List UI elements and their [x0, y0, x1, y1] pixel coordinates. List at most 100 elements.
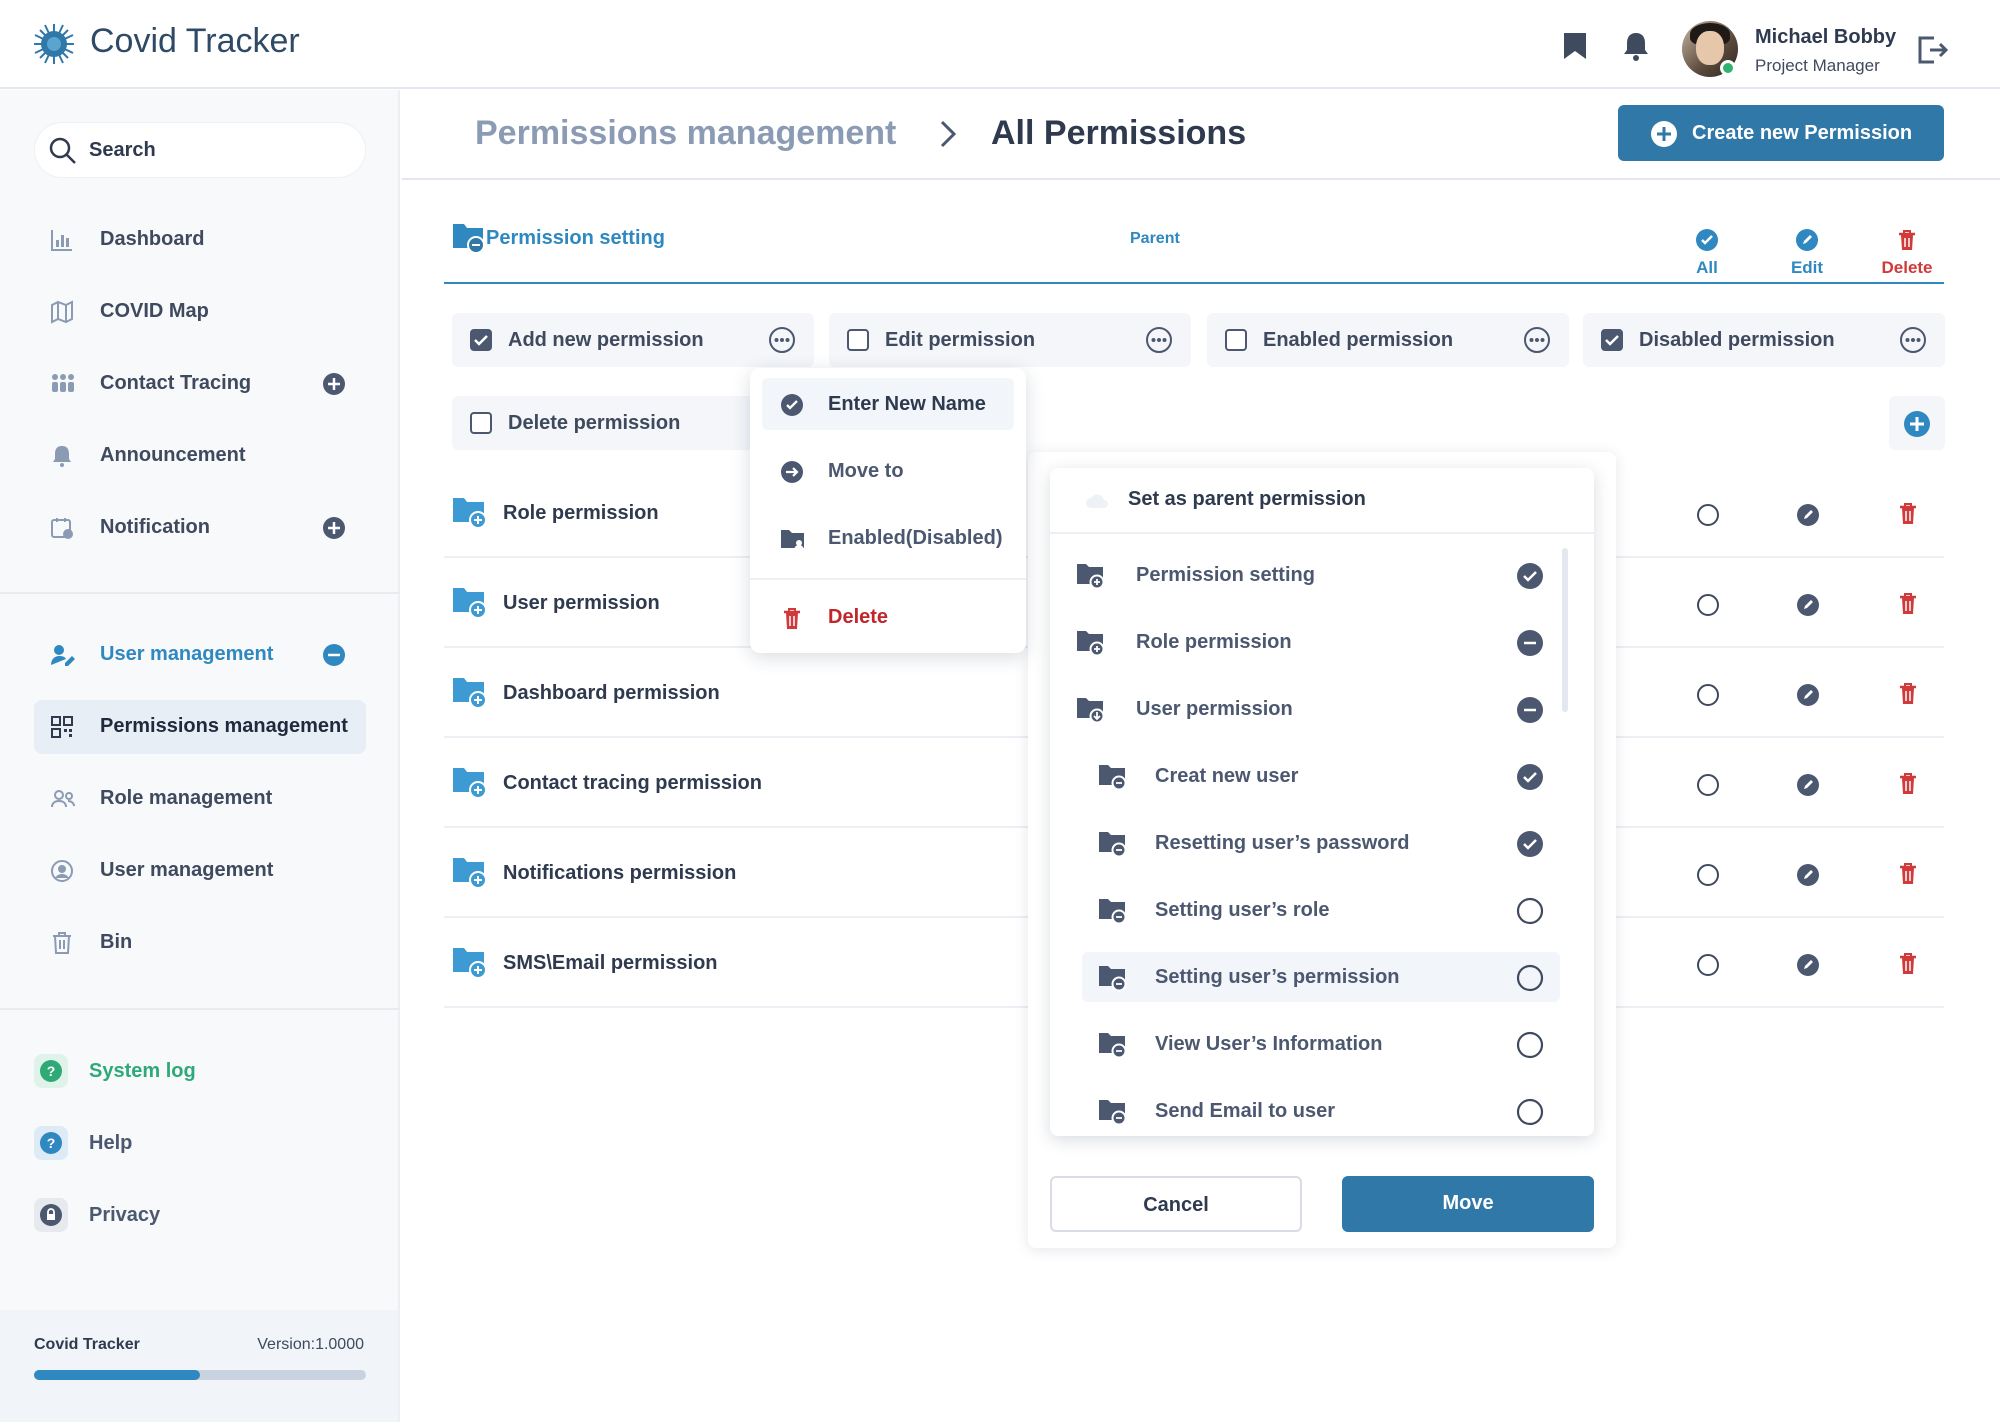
radio-empty-icon[interactable] — [1696, 953, 1720, 977]
sidebar-item-contact-tracing[interactable]: Contact Tracing — [34, 357, 366, 411]
folder-minus-icon — [453, 224, 485, 254]
sidebar-item-help[interactable]: ? Help — [34, 1116, 366, 1170]
tree-node[interactable]: Resetting user’s password — [1082, 818, 1570, 868]
menu-item-toggle-enabled[interactable]: Enabled(Disabled) — [762, 512, 1014, 564]
folder-plus-icon — [453, 678, 487, 709]
edit-circle-icon[interactable] — [1796, 863, 1820, 887]
tree-node[interactable]: User permission — [1050, 684, 1570, 734]
tree-node[interactable]: Setting user’s permission — [1082, 952, 1560, 1002]
sidebar-item-user-management-group[interactable]: User management — [34, 628, 366, 682]
radio-empty-icon[interactable] — [1696, 683, 1720, 707]
trash-icon[interactable] — [1896, 591, 1920, 617]
sidebar-item-announcement[interactable]: Announcement — [34, 429, 366, 483]
collapse-minus-icon[interactable] — [322, 643, 346, 667]
sidebar-item-label: Help — [89, 1132, 133, 1154]
tree-node[interactable]: Setting user’s role — [1082, 885, 1570, 935]
sidebar-item-user-management[interactable]: User management — [34, 844, 366, 898]
top-bar: Covid Tracker Michael Bobby Project Mana… — [0, 0, 2000, 89]
bell-icon[interactable] — [1622, 31, 1650, 61]
radio-empty-icon[interactable] — [1696, 773, 1720, 797]
column-delete[interactable]: Delete — [1867, 228, 1947, 278]
radio-empty-icon[interactable] — [1516, 897, 1544, 925]
chip-label: Add new permission — [508, 329, 704, 351]
checkbox[interactable] — [847, 329, 869, 351]
chip-label: Enabled permission — [1263, 329, 1454, 351]
permission-chip[interactable]: Edit permission — [829, 313, 1191, 367]
minus-circle-icon[interactable] — [1516, 696, 1544, 724]
sidebar-item-permissions-management[interactable]: Permissions management — [34, 700, 366, 754]
tree-node[interactable]: Role permission — [1050, 617, 1570, 667]
radio-empty-icon[interactable] — [1516, 1098, 1544, 1126]
radio-empty-icon[interactable] — [1696, 863, 1720, 887]
checkbox[interactable] — [470, 412, 492, 434]
sidebar-item-dashboard[interactable]: Dashboard — [34, 213, 366, 267]
menu-item-move[interactable]: Move to — [762, 445, 1014, 497]
checkbox[interactable] — [1225, 329, 1247, 351]
breadcrumb-parent[interactable]: Permissions management — [475, 114, 896, 153]
menu-item-label: Enabled(Disabled) — [828, 527, 1003, 549]
radio-empty-icon[interactable] — [1696, 503, 1720, 527]
permission-chip[interactable]: Disabled permission — [1583, 313, 1945, 367]
sidebar-item-role-management[interactable]: Role management — [34, 772, 366, 826]
check-circle-icon[interactable] — [1516, 763, 1544, 791]
sidebar-item-system-log[interactable]: ? System log — [34, 1044, 366, 1098]
check-circle-icon[interactable] — [1516, 562, 1544, 590]
checkbox-checked[interactable] — [1601, 329, 1623, 351]
edit-circle-icon[interactable] — [1796, 773, 1820, 797]
edit-circle-icon[interactable] — [1796, 593, 1820, 617]
expand-plus-icon[interactable] — [322, 372, 346, 396]
edit-circle-icon[interactable] — [1796, 503, 1820, 527]
radio-empty-icon[interactable] — [1516, 1031, 1544, 1059]
permission-chip[interactable]: Delete permission — [452, 396, 782, 450]
tree-node[interactable]: Permission setting — [1050, 550, 1570, 600]
add-chip-button[interactable] — [1889, 396, 1945, 450]
edit-circle-icon[interactable] — [1796, 683, 1820, 707]
radio-empty-icon[interactable] — [1516, 964, 1544, 992]
sidebar-item-bin[interactable]: Bin — [34, 916, 366, 970]
permission-chip[interactable]: Enabled permission — [1207, 313, 1569, 367]
user-edit-icon — [51, 645, 75, 666]
more-options-icon[interactable] — [1145, 326, 1173, 354]
check-circle-icon[interactable] — [1516, 830, 1544, 858]
expand-plus-icon[interactable] — [322, 516, 346, 540]
create-permission-button[interactable]: Create new Permission — [1618, 105, 1944, 161]
trash-icon[interactable] — [1896, 861, 1920, 887]
folder-minus-icon — [1099, 899, 1127, 925]
tree-scrollbar[interactable] — [1562, 548, 1568, 712]
trash-icon[interactable] — [1896, 501, 1920, 527]
folder-plus-icon — [453, 588, 487, 619]
tree-node[interactable]: View User’s Information — [1082, 1019, 1570, 1069]
logout-icon[interactable] — [1916, 34, 1948, 66]
bookmark-icon[interactable] — [1562, 31, 1588, 61]
tree-node[interactable]: Creat new user — [1082, 751, 1570, 801]
menu-item-delete[interactable]: Delete — [762, 591, 1014, 643]
sidebar-divider — [0, 592, 400, 594]
minus-circle-icon[interactable] — [1516, 629, 1544, 657]
more-options-icon[interactable] — [768, 326, 796, 354]
menu-item-rename[interactable]: Enter New Name — [762, 378, 1014, 430]
more-options-icon[interactable] — [1899, 326, 1927, 354]
search-input[interactable]: Search — [34, 122, 366, 178]
trash-icon[interactable] — [1896, 951, 1920, 977]
edit-circle-icon[interactable] — [1796, 953, 1820, 977]
sidebar-item-covid-map[interactable]: COVID Map — [34, 285, 366, 339]
sidebar-item-label: User management — [100, 859, 274, 881]
checkbox-checked[interactable] — [470, 329, 492, 351]
trash-icon[interactable] — [1896, 681, 1920, 707]
move-button[interactable]: Move — [1342, 1176, 1594, 1232]
radio-empty-icon[interactable] — [1696, 593, 1720, 617]
trash-icon[interactable] — [1896, 771, 1920, 797]
sidebar-item-privacy[interactable]: Privacy — [34, 1188, 366, 1242]
column-all[interactable]: All — [1667, 228, 1747, 278]
column-edit[interactable]: Edit — [1767, 228, 1847, 278]
row-label: Role permission — [503, 502, 659, 524]
node-label: Setting user’s permission — [1155, 966, 1400, 988]
folder-minus-icon — [1099, 832, 1127, 858]
users-icon — [51, 790, 75, 808]
sidebar-item-notification[interactable]: Notification — [34, 501, 366, 555]
folder-plus-icon — [1077, 564, 1105, 590]
cancel-button[interactable]: Cancel — [1050, 1176, 1302, 1232]
tree-node[interactable]: Send Email to user — [1082, 1086, 1570, 1136]
more-options-icon[interactable] — [1523, 326, 1551, 354]
permission-chip[interactable]: Add new permission — [452, 313, 814, 367]
